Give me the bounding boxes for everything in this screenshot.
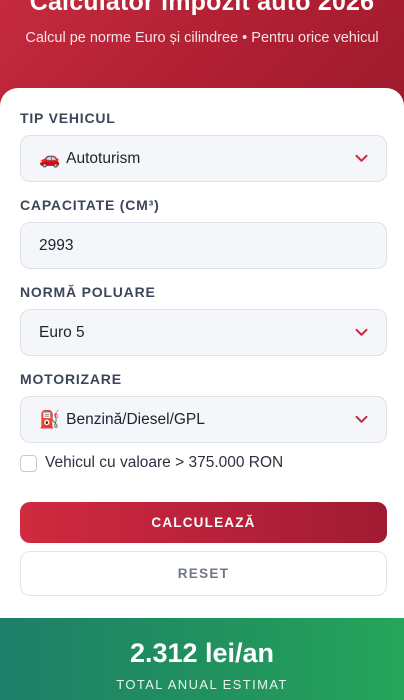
emission-norm-value: Euro 5 bbox=[39, 323, 85, 341]
capacity-input[interactable]: 2993 bbox=[20, 222, 387, 269]
chevron-down-icon bbox=[354, 413, 368, 427]
capacity-value: 2993 bbox=[39, 236, 74, 254]
reset-button[interactable]: RESET bbox=[20, 551, 387, 596]
engine-value: Benzină/Diesel/GPL bbox=[66, 410, 205, 428]
engine-select[interactable]: ⛽ Benzină/Diesel/GPL bbox=[20, 396, 387, 443]
emission-norm-select[interactable]: Euro 5 bbox=[20, 309, 387, 356]
result-amount: 2.312 lei/an bbox=[129, 638, 275, 668]
luxury-vehicle-checkbox[interactable] bbox=[20, 454, 37, 472]
calculator-page: Calculator impozit auto 2026 Calcul pe n… bbox=[0, 0, 404, 700]
page-subtitle: Calcul pe norme Euro și cilindree • Pent… bbox=[25, 30, 379, 46]
vehicle-type-select[interactable]: 🚗 Autoturism bbox=[20, 135, 387, 182]
calculate-button[interactable]: CALCULEAZĂ bbox=[20, 502, 387, 543]
result-caption: TOTAL ANUAL ESTIMAT bbox=[116, 677, 288, 692]
vehicle-type-value: Autoturism bbox=[66, 149, 141, 167]
vehicle-type-label: TIP VEHICUL bbox=[20, 110, 116, 126]
chevron-down-icon bbox=[354, 326, 368, 340]
luxury-vehicle-label: Vehicul cu valoare > 375.000 RON bbox=[45, 454, 284, 471]
chevron-down-icon bbox=[354, 152, 368, 166]
luxury-vehicle-option[interactable]: Vehicul cu valoare > 375.000 RON bbox=[20, 454, 283, 472]
capacity-label: CAPACITATE (CM³) bbox=[20, 197, 160, 213]
result-banner: 2.312 lei/an TOTAL ANUAL ESTIMAT bbox=[0, 618, 404, 700]
emission-norm-label: NORMĂ POLUARE bbox=[20, 284, 156, 300]
page-title: Calculator impozit auto 2026 bbox=[29, 0, 375, 16]
car-icon: 🚗 bbox=[39, 148, 61, 168]
engine-label: MOTORIZARE bbox=[20, 371, 122, 387]
fuel-pump-icon: ⛽ bbox=[39, 409, 61, 429]
